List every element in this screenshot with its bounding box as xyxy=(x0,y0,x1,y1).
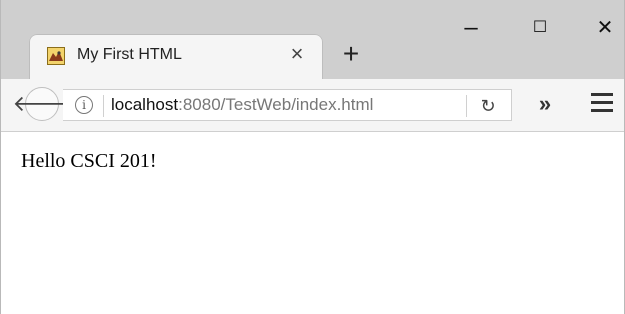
tab-my-first-html[interactable]: My First HTML × xyxy=(29,34,323,80)
overflow-chevron-icon[interactable]: » xyxy=(531,90,559,118)
back-arrow-icon[interactable]: 🡐 xyxy=(13,87,72,121)
new-tab-icon[interactable]: + xyxy=(337,40,365,68)
tomcat-icon xyxy=(47,47,65,65)
reload-icon[interactable]: ↻ xyxy=(476,94,500,118)
url-path: :8080/TestWeb/index.html xyxy=(178,95,374,114)
navigation-toolbar: 🡐 i localhost:8080/TestWeb/index.html ↻ … xyxy=(1,79,624,132)
maximize-icon[interactable]: ☐ xyxy=(526,14,554,42)
tab-close-icon[interactable]: × xyxy=(285,42,309,66)
url-divider xyxy=(103,95,104,117)
tab-title: My First HTML xyxy=(77,46,182,63)
address-bar[interactable]: i localhost:8080/TestWeb/index.html ↻ xyxy=(63,89,512,121)
tab-strip: My First HTML × + – ☐ ✕ xyxy=(1,0,624,80)
page-body-text: Hello CSCI 201! xyxy=(21,150,157,172)
page-content: Hello CSCI 201! xyxy=(1,132,624,314)
minimize-icon[interactable]: – xyxy=(457,14,485,42)
url-host: localhost xyxy=(111,95,179,114)
url-text[interactable]: localhost:8080/TestWeb/index.html xyxy=(111,95,373,115)
browser-window: My First HTML × + – ☐ ✕ 🡐 i localhost:80… xyxy=(0,0,625,314)
window-close-icon[interactable]: ✕ xyxy=(591,14,619,42)
hamburger-menu-icon[interactable] xyxy=(591,93,615,115)
url-divider-right xyxy=(466,95,467,117)
info-icon[interactable]: i xyxy=(75,96,93,114)
